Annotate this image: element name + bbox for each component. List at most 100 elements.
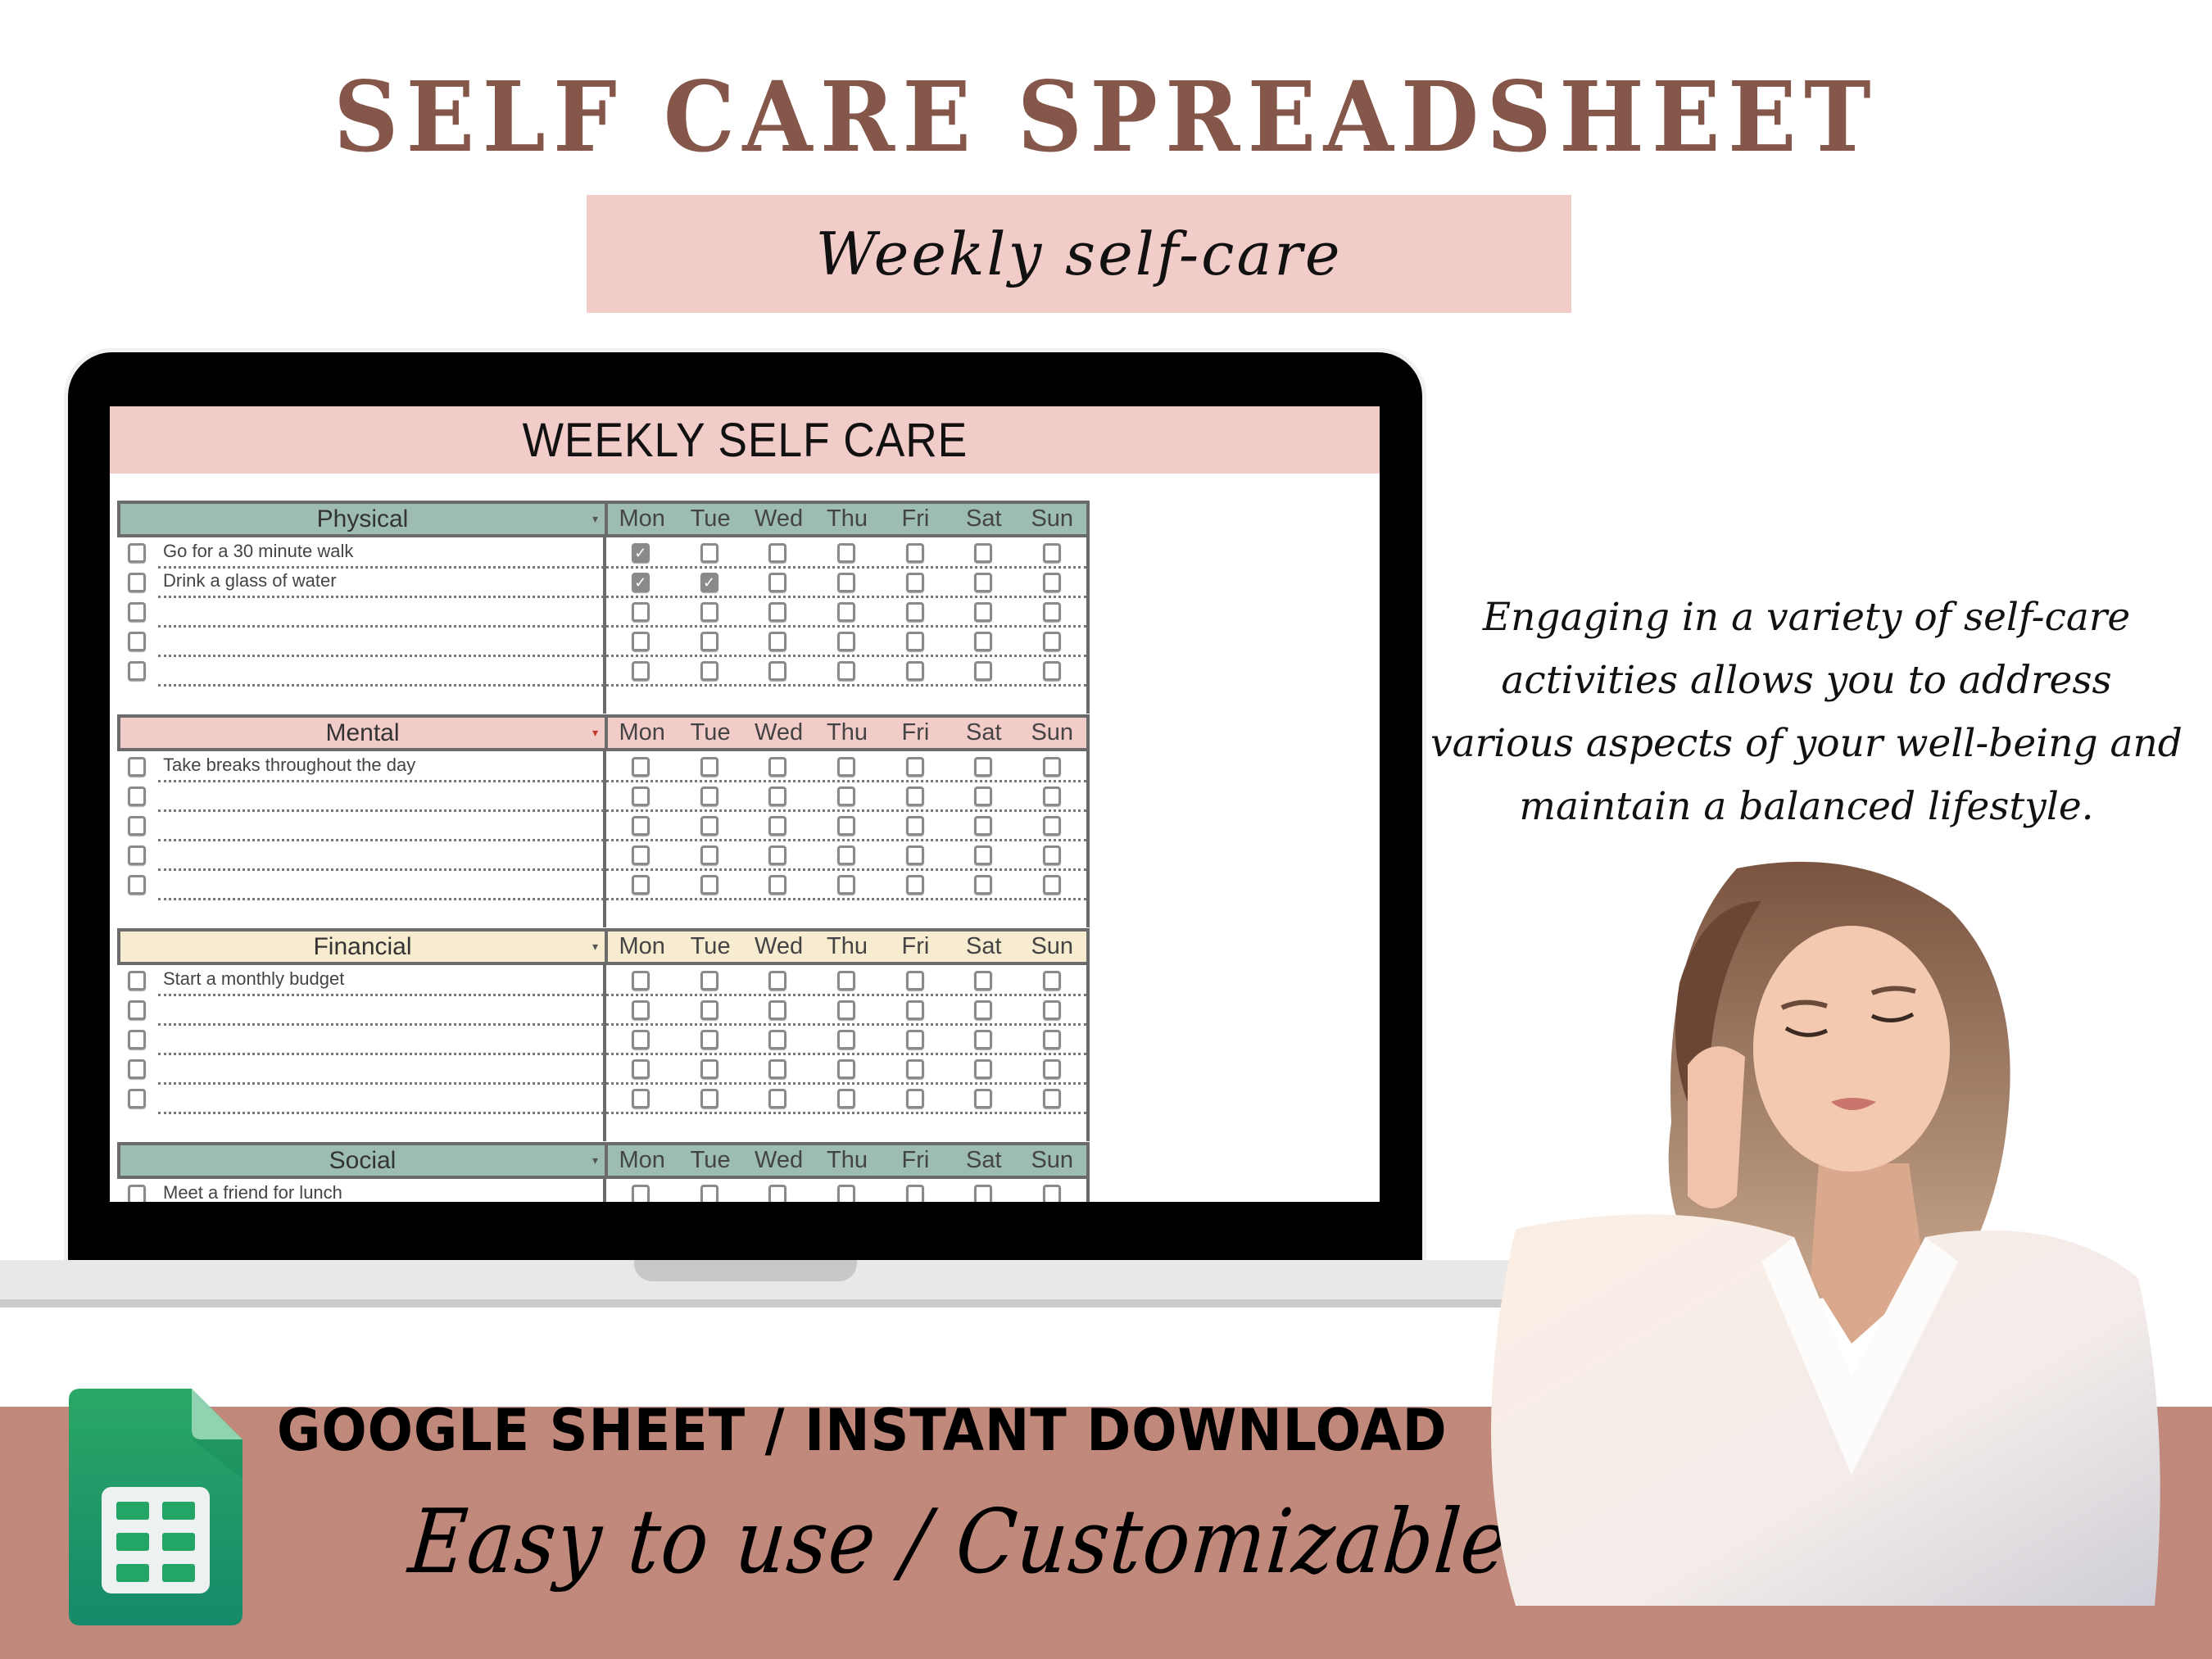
- day-checkbox-tue[interactable]: [700, 786, 718, 806]
- day-checkbox-sat[interactable]: [974, 971, 993, 990]
- day-checkbox-tue[interactable]: [700, 1059, 718, 1079]
- day-checkbox-tue[interactable]: [700, 1185, 718, 1202]
- day-checkbox-thu[interactable]: [837, 816, 855, 836]
- day-checkbox-thu[interactable]: [837, 845, 855, 865]
- task-done-checkbox[interactable]: [128, 875, 146, 895]
- day-checkbox-wed[interactable]: [768, 602, 787, 622]
- day-checkbox-thu[interactable]: [837, 602, 855, 622]
- day-checkbox-mon[interactable]: [631, 632, 650, 651]
- day-checkbox-sun[interactable]: [1043, 1059, 1062, 1079]
- category-filter[interactable]: Social ▾: [120, 1145, 608, 1176]
- task-done-checkbox[interactable]: [128, 602, 146, 622]
- day-checkbox-sun[interactable]: [1043, 632, 1062, 651]
- day-checkbox-sat[interactable]: [974, 573, 993, 592]
- day-checkbox-sat[interactable]: [974, 1089, 993, 1108]
- dropdown-caret-icon[interactable]: ▾: [592, 1145, 598, 1176]
- day-checkbox-sat[interactable]: [974, 786, 993, 806]
- day-checkbox-thu[interactable]: [837, 632, 855, 651]
- day-checkbox-tue[interactable]: [700, 1030, 718, 1049]
- day-checkbox-sun[interactable]: [1043, 1030, 1062, 1049]
- task-done-checkbox[interactable]: [128, 543, 146, 563]
- day-checkbox-sun[interactable]: [1043, 573, 1062, 592]
- task-done-checkbox[interactable]: [128, 661, 146, 681]
- day-checkbox-tue[interactable]: [700, 1000, 718, 1020]
- day-checkbox-sun[interactable]: [1043, 661, 1062, 681]
- day-checkbox-mon[interactable]: [631, 1059, 650, 1079]
- day-checkbox-fri[interactable]: [905, 661, 924, 681]
- day-checkbox-thu[interactable]: [837, 757, 855, 777]
- day-checkbox-mon[interactable]: [631, 845, 650, 865]
- day-checkbox-fri[interactable]: [905, 1185, 924, 1202]
- task-done-checkbox[interactable]: [128, 1059, 146, 1079]
- task-done-checkbox[interactable]: [128, 1185, 146, 1202]
- day-checkbox-wed[interactable]: [768, 757, 787, 777]
- category-filter[interactable]: Financial ▾: [120, 931, 608, 962]
- day-checkbox-fri[interactable]: [905, 845, 924, 865]
- day-checkbox-wed[interactable]: [768, 971, 787, 990]
- day-checkbox-fri[interactable]: [905, 632, 924, 651]
- day-checkbox-mon[interactable]: [631, 1000, 650, 1020]
- day-checkbox-sun[interactable]: [1043, 1089, 1062, 1108]
- day-checkbox-mon[interactable]: [631, 1185, 650, 1202]
- day-checkbox-fri[interactable]: [905, 543, 924, 563]
- day-checkbox-sat[interactable]: [974, 543, 993, 563]
- task-done-checkbox[interactable]: [128, 757, 146, 777]
- task-done-checkbox[interactable]: [128, 816, 146, 836]
- day-checkbox-fri[interactable]: [905, 1059, 924, 1079]
- day-checkbox-tue[interactable]: [700, 971, 718, 990]
- day-checkbox-sun[interactable]: [1043, 786, 1062, 806]
- day-checkbox-sun[interactable]: [1043, 1000, 1062, 1020]
- task-done-checkbox[interactable]: [128, 845, 146, 865]
- day-checkbox-tue[interactable]: [700, 1089, 718, 1108]
- day-checkbox-sat[interactable]: [974, 1185, 993, 1202]
- day-checkbox-wed[interactable]: [768, 875, 787, 895]
- day-checkbox-sun[interactable]: [1043, 602, 1062, 622]
- day-checkbox-thu[interactable]: [837, 786, 855, 806]
- day-checkbox-wed[interactable]: [768, 1089, 787, 1108]
- day-checkbox-sat[interactable]: [974, 816, 993, 836]
- day-checkbox-wed[interactable]: [768, 632, 787, 651]
- day-checkbox-mon[interactable]: ✓: [631, 543, 650, 563]
- day-checkbox-fri[interactable]: [905, 971, 924, 990]
- day-checkbox-mon[interactable]: [631, 875, 650, 895]
- day-checkbox-mon[interactable]: [631, 786, 650, 806]
- day-checkbox-thu[interactable]: [837, 1059, 855, 1079]
- day-checkbox-wed[interactable]: [768, 573, 787, 592]
- day-checkbox-sat[interactable]: [974, 1000, 993, 1020]
- task-done-checkbox[interactable]: [128, 1089, 146, 1108]
- day-checkbox-thu[interactable]: [837, 875, 855, 895]
- day-checkbox-sun[interactable]: [1043, 1185, 1062, 1202]
- day-checkbox-wed[interactable]: [768, 1059, 787, 1079]
- day-checkbox-wed[interactable]: [768, 816, 787, 836]
- day-checkbox-thu[interactable]: [837, 1089, 855, 1108]
- day-checkbox-wed[interactable]: [768, 1000, 787, 1020]
- day-checkbox-sun[interactable]: [1043, 757, 1062, 777]
- day-checkbox-tue[interactable]: [700, 816, 718, 836]
- day-checkbox-wed[interactable]: [768, 1030, 787, 1049]
- day-checkbox-thu[interactable]: [837, 661, 855, 681]
- task-text[interactable]: Go for a 30 minute walk: [163, 541, 353, 562]
- day-checkbox-thu[interactable]: [837, 1185, 855, 1202]
- day-checkbox-mon[interactable]: ✓: [631, 573, 650, 592]
- day-checkbox-mon[interactable]: [631, 1030, 650, 1049]
- task-done-checkbox[interactable]: [128, 971, 146, 990]
- task-done-checkbox[interactable]: [128, 786, 146, 806]
- day-checkbox-mon[interactable]: [631, 661, 650, 681]
- day-checkbox-tue[interactable]: ✓: [700, 573, 718, 592]
- day-checkbox-fri[interactable]: [905, 573, 924, 592]
- day-checkbox-wed[interactable]: [768, 661, 787, 681]
- day-checkbox-fri[interactable]: [905, 757, 924, 777]
- task-done-checkbox[interactable]: [128, 632, 146, 651]
- day-checkbox-thu[interactable]: [837, 573, 855, 592]
- day-checkbox-tue[interactable]: [700, 875, 718, 895]
- day-checkbox-wed[interactable]: [768, 845, 787, 865]
- task-done-checkbox[interactable]: [128, 1000, 146, 1020]
- day-checkbox-fri[interactable]: [905, 602, 924, 622]
- dropdown-caret-icon[interactable]: ▾: [592, 718, 598, 748]
- day-checkbox-tue[interactable]: [700, 845, 718, 865]
- task-text[interactable]: Take breaks throughout the day: [163, 755, 415, 776]
- day-checkbox-fri[interactable]: [905, 875, 924, 895]
- day-checkbox-sat[interactable]: [974, 845, 993, 865]
- dropdown-caret-icon[interactable]: ▾: [592, 931, 598, 962]
- day-checkbox-sun[interactable]: [1043, 816, 1062, 836]
